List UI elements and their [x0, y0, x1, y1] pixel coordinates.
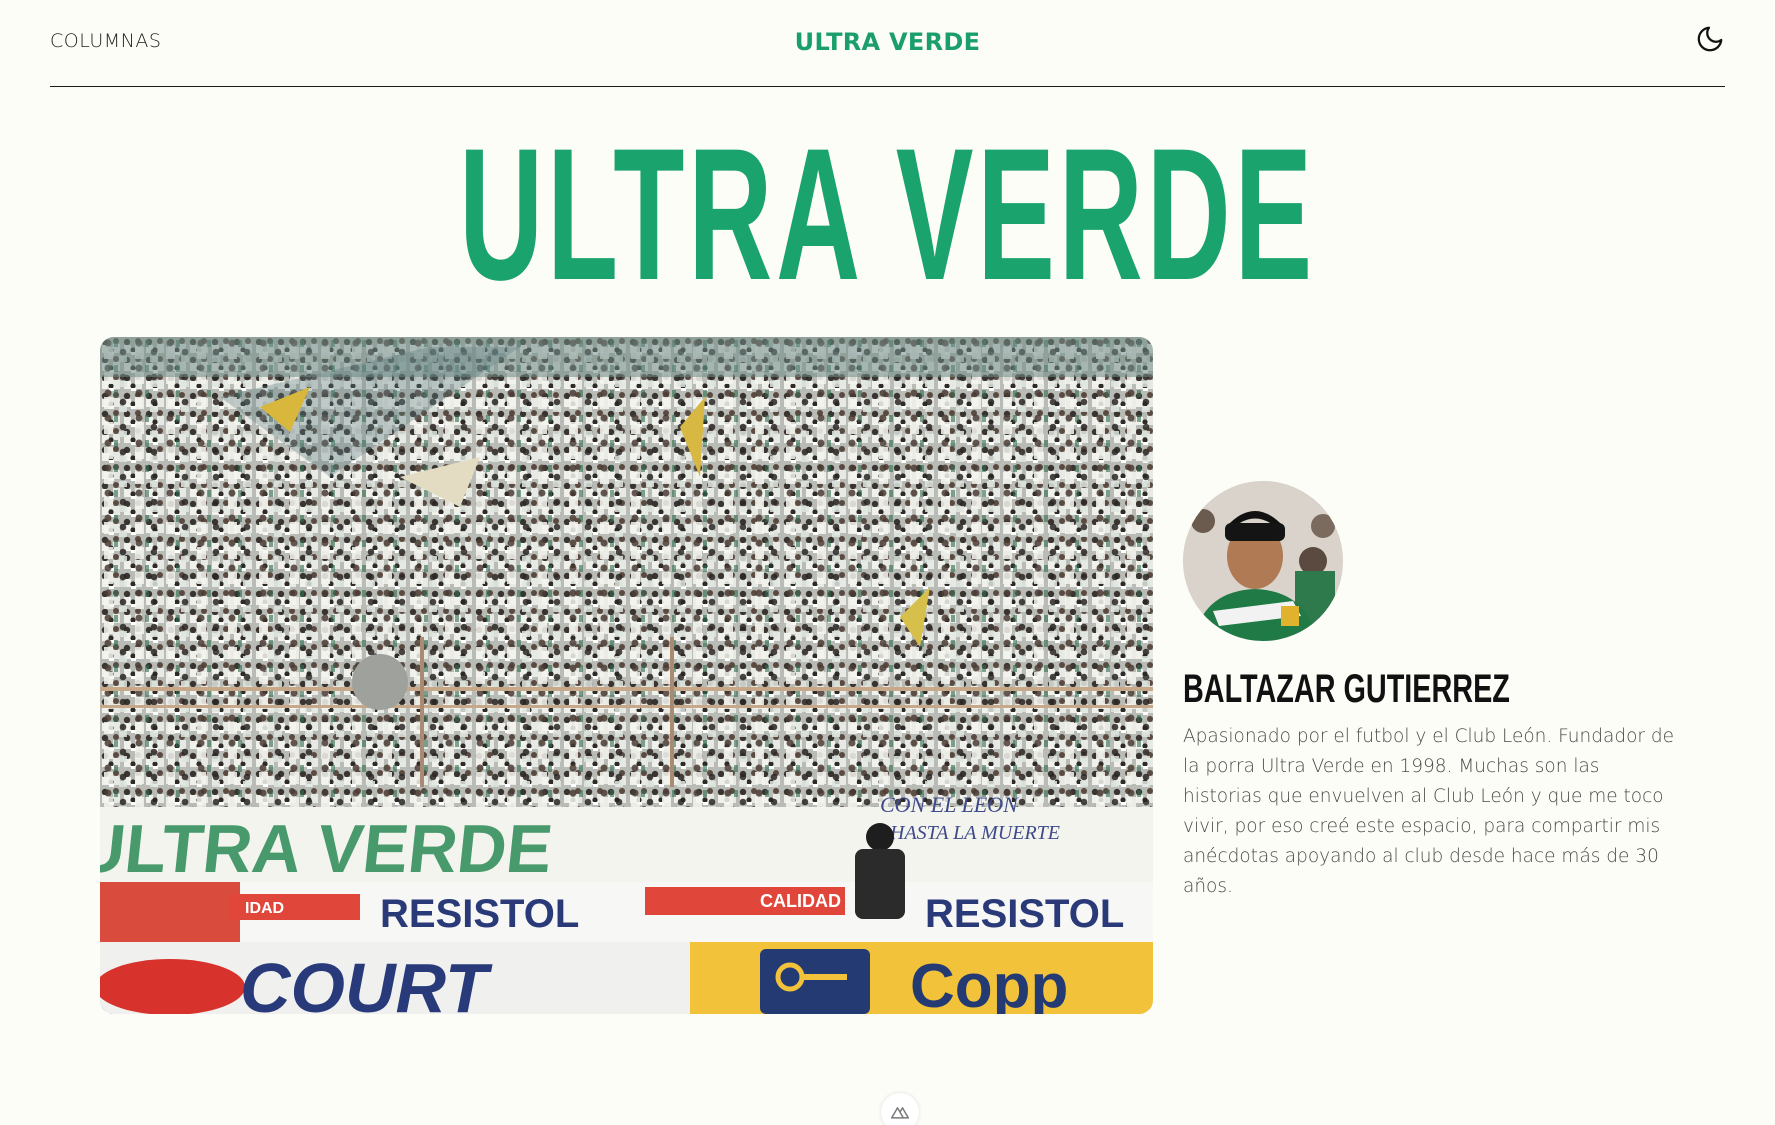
author-name: BALTAZAR GUTIERREZ — [1183, 667, 1510, 711]
banner-slogan-1: CON EL LEON — [880, 792, 1019, 817]
bottom-badge[interactable] — [881, 1093, 919, 1125]
hero-photo: ULTRA VERDE CON EL LEON HASTA LA MUERTE … — [100, 337, 1153, 1014]
hero-title: ULTRA VERDE — [459, 109, 1316, 319]
sponsor-court: COURT — [240, 949, 493, 1014]
page: COLUMNAS ULTRA VERDE ULTRA VERDE ULTRA V… — [0, 0, 1775, 1125]
nuxt-logo-icon — [890, 1107, 910, 1119]
site-brand[interactable]: ULTRA VERDE — [50, 28, 1725, 56]
author-bio: Apasionado por el futbol y el Club León.… — [1183, 726, 1674, 897]
sponsor-idad: IDAD — [245, 900, 284, 917]
sponsor-resistol-2: RESISTOL — [925, 892, 1124, 936]
sponsor-resistol-1: RESISTOL — [380, 892, 579, 936]
theme-toggle-button[interactable] — [1695, 24, 1725, 54]
banner-slogan-2: HASTA LA MUERTE — [889, 822, 1060, 844]
sponsor-copp: Copp — [910, 952, 1068, 1014]
author-avatar — [1183, 481, 1343, 641]
sponsor-calidad: CALIDAD — [760, 891, 841, 911]
moon-icon — [1697, 26, 1723, 52]
site-header: COLUMNAS ULTRA VERDE — [50, 0, 1725, 87]
banner-ultra-verde: ULTRA VERDE — [100, 811, 556, 887]
